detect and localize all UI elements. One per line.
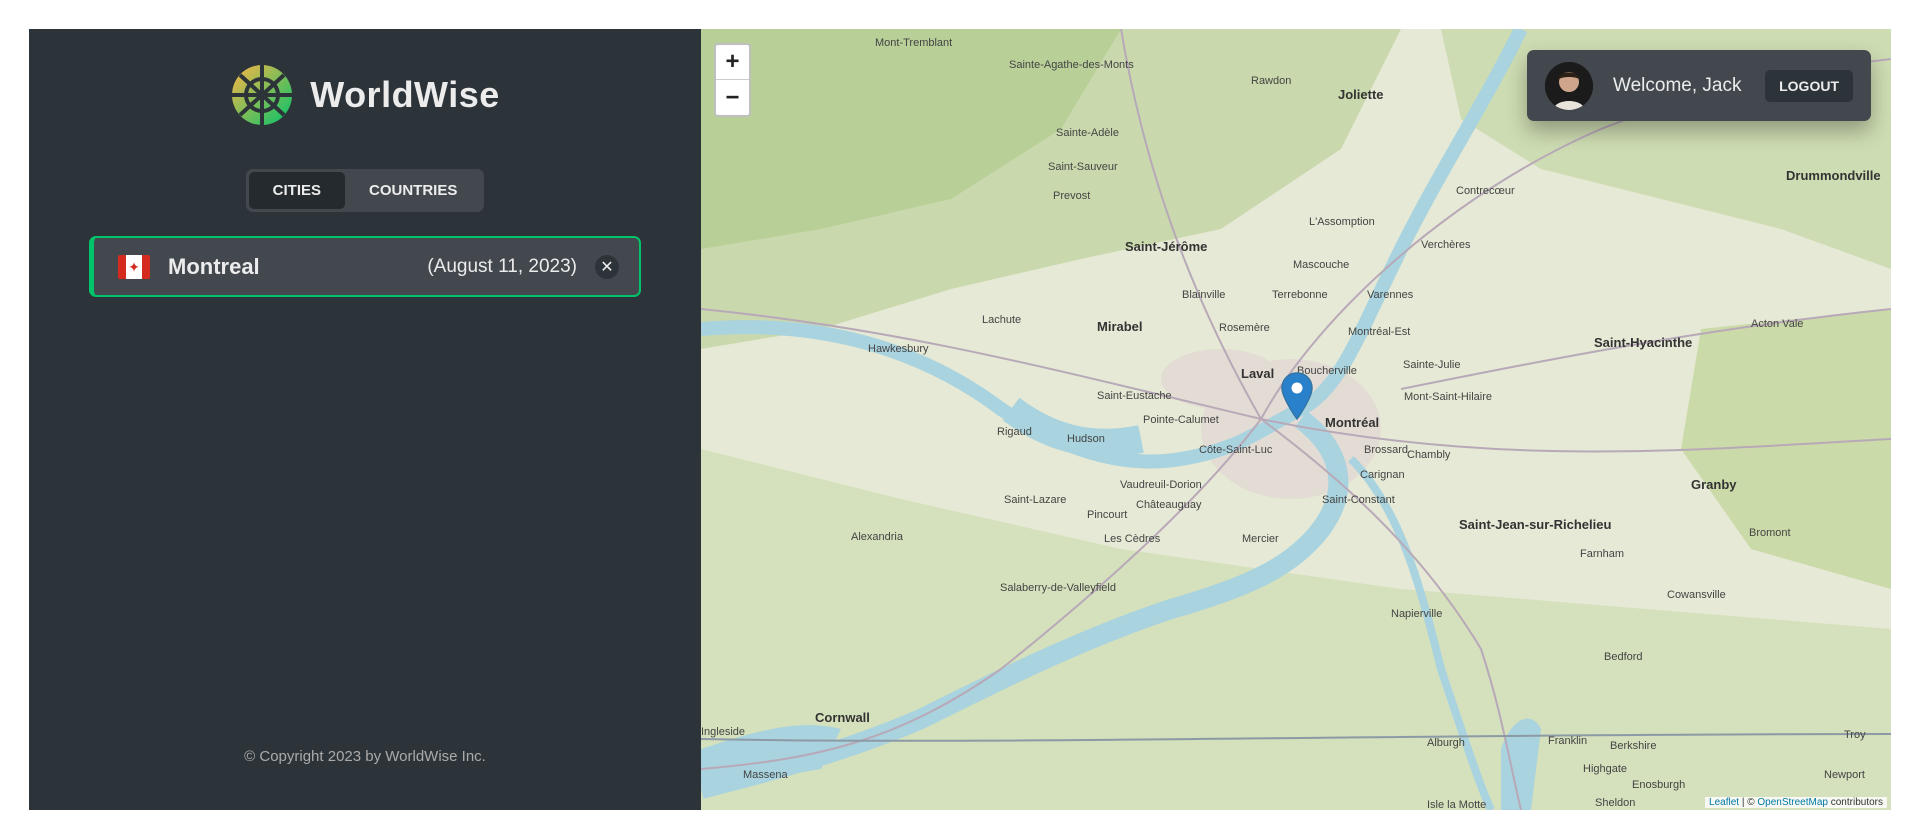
map-place-label: Newport	[1824, 769, 1865, 781]
map-place-label: Sheldon	[1595, 797, 1636, 809]
map-place-label: Sainte-Agathe-des-Monts	[1009, 59, 1134, 71]
map-place-label: Pointe-Calumet	[1143, 414, 1219, 426]
welcome-text: Welcome, Jack	[1613, 74, 1742, 96]
map-place-label: Mont-Tremblant	[875, 37, 953, 49]
map-marker-icon[interactable]	[1280, 372, 1314, 420]
map-place-label: Bromont	[1749, 527, 1791, 539]
logo[interactable]: WorldWise	[230, 63, 500, 127]
canada-flag-icon: ✦	[118, 254, 150, 279]
map-place-label: Les Cèdres	[1104, 533, 1161, 545]
map-place-label: Bedford	[1604, 651, 1643, 663]
map-place-label: Saint-Lazare	[1004, 494, 1067, 506]
map-place-label: Rawdon	[1251, 75, 1292, 87]
map-place-label: Sainte-Julie	[1403, 359, 1461, 371]
map-place-label: Saint-Constant	[1322, 494, 1395, 506]
map-place-label: Sainte-Adèle	[1056, 127, 1119, 139]
user-panel: Welcome, Jack Logout	[1527, 50, 1871, 121]
city-item[interactable]: ✦ Montreal (August 11, 2023) ✕	[89, 236, 641, 297]
tab-countries[interactable]: Countries	[345, 172, 481, 209]
map-place-label: Mirabel	[1097, 319, 1143, 334]
map-place-label: Mascouche	[1293, 259, 1350, 271]
map-place-label: Lachute	[982, 314, 1022, 326]
map-place-label: Varennes	[1367, 289, 1414, 301]
map-place-label: Rosemère	[1219, 322, 1270, 334]
delete-city-button[interactable]: ✕	[595, 254, 619, 279]
map-attribution: Leaflet | © OpenStreetMap contributors	[1705, 797, 1887, 808]
leaflet-link[interactable]: Leaflet	[1709, 797, 1739, 808]
map-place-label: Napierville	[1391, 608, 1443, 620]
zoom-out-button[interactable]: −	[716, 80, 749, 115]
map-place-label: Montréal-Est	[1348, 326, 1411, 338]
map-place-label: Laval	[1241, 366, 1275, 381]
map-place-label: Joliette	[1338, 87, 1384, 102]
map-place-label: Montréal	[1325, 415, 1380, 430]
app-layout: WorldWise Cities Countries ✦ Montreal (A…	[29, 29, 1891, 810]
map-place-label: Farnham	[1580, 548, 1625, 560]
map-place-label: Mercier	[1242, 533, 1279, 545]
map-place-label: Highgate	[1583, 763, 1628, 775]
map-place-label: Vaudreuil-Dorion	[1120, 479, 1202, 491]
person-icon	[1545, 61, 1593, 110]
map-place-label: Cowansville	[1667, 589, 1726, 601]
map-place-label: Saint-Sauveur	[1048, 161, 1118, 173]
map-place-label: Alexandria	[851, 531, 903, 543]
logout-button[interactable]: Logout	[1765, 69, 1853, 102]
app-name: WorldWise	[310, 74, 500, 115]
city-name: Montreal	[168, 253, 260, 279]
map-place-label: Rigaud	[997, 426, 1032, 438]
city-list: ✦ Montreal (August 11, 2023) ✕	[89, 236, 641, 297]
map-place-label: Berkshire	[1610, 740, 1657, 752]
zoom-control: + −	[714, 43, 751, 117]
map-place-label: Alburgh	[1427, 737, 1465, 749]
map-place-label: Granby	[1691, 477, 1737, 492]
copyright: © Copyright 2023 by WorldWise Inc.	[244, 748, 486, 765]
map[interactable]: Mont-Tremblant Sainte-Agathe-des-Monts Raw…	[701, 29, 1891, 810]
map-place-label: Chambly	[1407, 449, 1451, 461]
city-date: (August 11, 2023)	[427, 255, 577, 277]
map-place-label: Isle la Motte	[1427, 799, 1487, 810]
map-place-label: Saint-Jean-sur-Richelieu	[1459, 517, 1612, 532]
map-place-label: Acton Vale	[1751, 318, 1804, 330]
map-place-label: Hawkesbury	[868, 343, 929, 355]
zoom-in-button[interactable]: +	[716, 45, 749, 80]
map-place-label: Saint-Eustache	[1097, 390, 1172, 402]
map-place-label: Hudson	[1067, 433, 1105, 445]
map-place-label: Brossard	[1364, 444, 1409, 456]
map-place-label: Terrebonne	[1272, 289, 1328, 301]
map-place-label: Verchères	[1421, 239, 1471, 251]
close-icon: ✕	[600, 258, 614, 276]
osm-link[interactable]: OpenStreetMap	[1757, 797, 1828, 808]
map-place-label: Prevost	[1053, 190, 1091, 202]
map-place-label: Salaberry-de-Valleyfield	[1000, 582, 1116, 594]
map-place-label: Massena	[743, 769, 788, 781]
globe-logo-icon	[232, 65, 293, 125]
map-place-label: Châteauguay	[1136, 499, 1202, 511]
map-place-label: Saint-Hyacinthe	[1594, 335, 1693, 350]
map-place-label: Drummondville	[1786, 168, 1881, 183]
map-place-label: Contrecœur	[1456, 185, 1515, 197]
user-avatar	[1545, 61, 1593, 110]
tab-cities[interactable]: Cities	[248, 172, 345, 209]
map-place-label: Troy	[1844, 729, 1866, 741]
map-place-label: Côte-Saint-Luc	[1199, 444, 1273, 456]
map-place-label: Blainville	[1182, 289, 1226, 301]
map-place-label: Ingleside	[701, 726, 746, 738]
map-place-label: Carignan	[1360, 469, 1405, 481]
map-place-label: Mont-Saint-Hilaire	[1404, 391, 1493, 403]
view-tabs: Cities Countries	[245, 169, 485, 212]
map-place-label: Pincourt	[1087, 509, 1128, 521]
map-place-label: Saint-Jérôme	[1125, 239, 1208, 254]
map-place-label: Enosburgh	[1632, 779, 1686, 791]
map-place-label: Cornwall	[815, 710, 870, 725]
map-place-label: L'Assomption	[1309, 216, 1375, 228]
map-place-label: Franklin	[1548, 735, 1588, 747]
sidebar: WorldWise Cities Countries ✦ Montreal (A…	[29, 29, 701, 810]
